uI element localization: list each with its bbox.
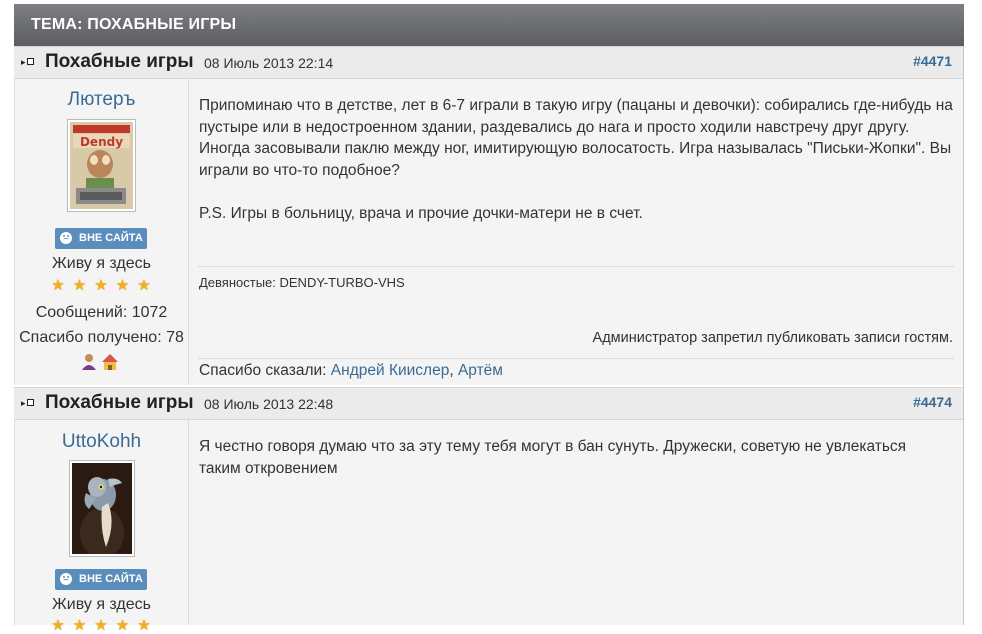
- thanks-user-link[interactable]: Андрей Киислер: [331, 362, 450, 379]
- user-icon[interactable]: [82, 354, 96, 370]
- signature-divider: [199, 266, 953, 268]
- post-message-ps: P.S. Игры в больницу, врача и прочие доч…: [199, 205, 643, 222]
- avatar[interactable]: [69, 460, 135, 558]
- post-title: Похабные игры: [45, 392, 194, 413]
- smiley-icon: [60, 573, 72, 585]
- post-header: ▸ Похабные игры 08 Июль 2013 22:48 #4474: [14, 387, 963, 420]
- divider: [963, 46, 964, 625]
- post-date: 08 Июль 2013 22:48: [204, 396, 334, 412]
- star-icon: ★: [51, 277, 65, 294]
- post-number-link[interactable]: #4474: [913, 394, 952, 410]
- author-rank: Живу я здесь: [52, 596, 151, 613]
- post-body: Лютеръ Dendy ВНЕ САЙТА Живу я здесь ★ ★: [14, 79, 963, 385]
- post-number-link[interactable]: #4471: [913, 53, 952, 69]
- star-icon: ★: [137, 617, 151, 634]
- topic-title: ТЕМА: ПОХАБНЫЕ ИГРЫ: [31, 16, 237, 33]
- signature: Девяностые: DENDY-TURBO-VHS: [199, 275, 405, 290]
- author-profile: UttoKohh ВНЕ САЙТА Живу я здесь ★ ★ ★ ★: [15, 420, 189, 633]
- message-count: Сообщений: 1072: [35, 304, 168, 321]
- post-content: Припоминаю что в детстве, лет в 6-7 игра…: [199, 79, 953, 385]
- author-name-link[interactable]: Лютеръ: [15, 89, 188, 111]
- avatar-logo-text: Dendy: [80, 135, 123, 149]
- post-message: Я честно говоря думаю что за эту тему те…: [199, 438, 907, 477]
- thanks-user-link[interactable]: Артём: [458, 362, 503, 379]
- home-icon[interactable]: [102, 354, 118, 370]
- star-icon: ★: [94, 617, 108, 634]
- star-icon: ★: [72, 277, 87, 294]
- arrow-box-icon: ▸: [21, 56, 35, 68]
- status-badge: ВНЕ САЙТА: [55, 569, 147, 590]
- status-label: ВНЕ САЙТА: [79, 232, 143, 244]
- topic-header: ТЕМА: ПОХАБНЫЕ ИГРЫ: [14, 4, 964, 46]
- star-icon: ★: [137, 277, 151, 294]
- post-title: Похабные игры: [45, 51, 194, 72]
- admin-note: Администратор запретил публиковать запис…: [592, 330, 953, 346]
- star-icon: ★: [51, 617, 65, 634]
- thanks-divider: [199, 358, 953, 360]
- thanks-line: Спасибо сказали: Андрей Киислер, Артём: [199, 362, 503, 379]
- status-label: ВНЕ САЙТА: [79, 573, 143, 585]
- author-rank: Живу я здесь: [52, 255, 151, 272]
- thanks-label: Спасибо сказали:: [199, 362, 327, 379]
- avatar[interactable]: Dendy: [67, 119, 136, 212]
- author-name-link[interactable]: UttoKohh: [15, 431, 188, 453]
- arrow-box-icon: ▸: [21, 397, 35, 409]
- star-icon: ★: [115, 617, 130, 634]
- star-icon: ★: [115, 277, 130, 294]
- author-profile: Лютеръ Dendy ВНЕ САЙТА Живу я здесь ★ ★: [15, 79, 189, 385]
- thanks-count: Спасибо получено: 78: [19, 329, 184, 346]
- star-icon: ★: [94, 277, 108, 294]
- post-message: Припоминаю что в детстве, лет в 6-7 игра…: [199, 97, 953, 179]
- status-badge: ВНЕ САЙТА: [55, 228, 147, 249]
- rank-stars: ★ ★ ★ ★ ★: [51, 277, 151, 294]
- user-icons: [81, 353, 121, 371]
- post-content: Я честно говоря думаю что за эту тему те…: [199, 420, 953, 625]
- smiley-icon: [60, 232, 72, 244]
- post-header: ▸ Похабные игры 08 Июль 2013 22:14 #4471: [14, 46, 963, 79]
- post-date: 08 Июль 2013 22:14: [204, 55, 334, 71]
- post-body: UttoKohh ВНЕ САЙТА Живу я здесь ★ ★ ★ ★: [14, 420, 963, 633]
- star-icon: ★: [72, 617, 87, 634]
- rank-stars: ★ ★ ★ ★ ★: [51, 617, 151, 634]
